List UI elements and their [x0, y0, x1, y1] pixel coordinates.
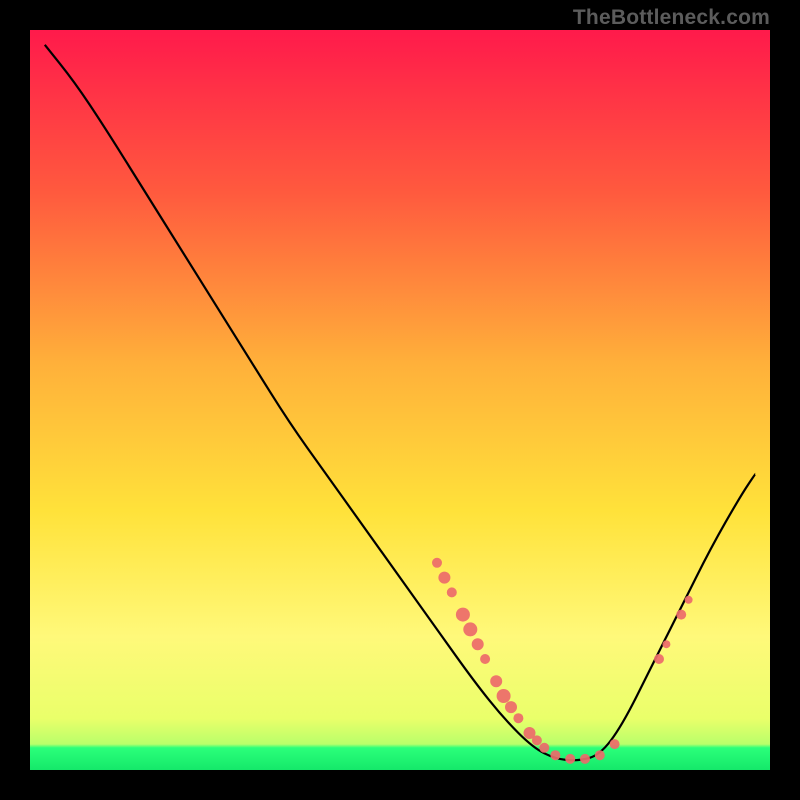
data-marker: [662, 640, 670, 648]
data-marker: [480, 654, 490, 664]
chart-frame: [30, 30, 770, 770]
data-marker: [565, 754, 575, 764]
data-marker: [550, 750, 560, 760]
data-marker: [505, 701, 517, 713]
data-marker: [497, 689, 511, 703]
chart-svg: [30, 30, 770, 770]
data-marker: [490, 675, 502, 687]
data-marker: [456, 608, 470, 622]
data-marker: [432, 558, 442, 568]
data-marker: [438, 572, 450, 584]
data-marker: [610, 739, 620, 749]
data-marker: [532, 735, 542, 745]
data-marker: [447, 587, 457, 597]
data-marker: [676, 610, 686, 620]
data-marker: [463, 622, 477, 636]
watermark-text: TheBottleneck.com: [573, 6, 770, 30]
data-marker: [580, 754, 590, 764]
data-marker: [539, 743, 549, 753]
data-marker: [513, 713, 523, 723]
data-marker: [595, 750, 605, 760]
data-marker: [654, 654, 664, 664]
data-marker: [472, 638, 484, 650]
data-marker: [685, 596, 693, 604]
